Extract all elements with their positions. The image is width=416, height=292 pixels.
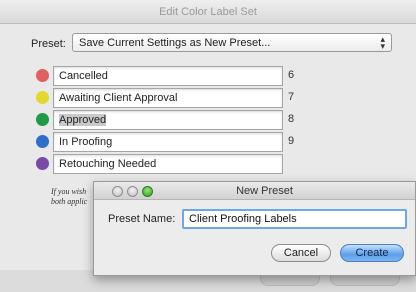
dialog-title: New Preset [236, 185, 293, 197]
preset-name-label: Preset Name: [108, 213, 176, 225]
blue-color-icon [36, 135, 49, 148]
preset-select-value: Save Current Settings as New Preset... [79, 37, 271, 49]
dialog-titlebar: New Preset [94, 182, 415, 200]
cancel-button[interactable]: Cancel [271, 244, 331, 262]
preset-name-input[interactable]: Client Proofing Labels [182, 209, 407, 229]
label-shortcut-number: 8 [288, 113, 295, 125]
label-row-5: Retouching Needed [36, 154, 283, 174]
label-shortcut-number: 6 [288, 69, 295, 81]
label-name-field-4[interactable]: In Proofing [53, 132, 283, 152]
new-preset-dialog: New Preset Preset Name: Client Proofing … [93, 181, 416, 276]
label-row-1: Cancelled 6 [36, 66, 294, 86]
label-shortcut-number: 7 [288, 91, 295, 103]
label-row-4: In Proofing 9 [36, 132, 294, 152]
yellow-color-icon [36, 91, 49, 104]
label-name-field-2[interactable]: Awaiting Client Approval [53, 88, 283, 108]
select-arrows-icon: ▴ ▾ [380, 34, 385, 51]
window-title: Edit Color Label Set [159, 6, 257, 18]
label-row-2: Awaiting Client Approval 7 [36, 88, 294, 108]
label-name-field-3[interactable]: Approved [53, 110, 283, 130]
red-color-icon [36, 69, 49, 82]
preset-select[interactable]: Save Current Settings as New Preset... ▴… [72, 33, 392, 52]
create-button[interactable]: Create [340, 244, 404, 262]
label-shortcut-number: 9 [288, 135, 295, 147]
green-color-icon [36, 113, 49, 126]
label-name-field-5[interactable]: Retouching Needed [53, 154, 283, 174]
label-name-text: Approved [59, 114, 107, 126]
label-row-3: Approved 8 [36, 110, 294, 130]
purple-color-icon [36, 157, 49, 170]
window-titlebar: Edit Color Label Set [0, 0, 416, 24]
preset-label: Preset: [31, 38, 66, 50]
label-name-field-1[interactable]: Cancelled [53, 66, 283, 86]
